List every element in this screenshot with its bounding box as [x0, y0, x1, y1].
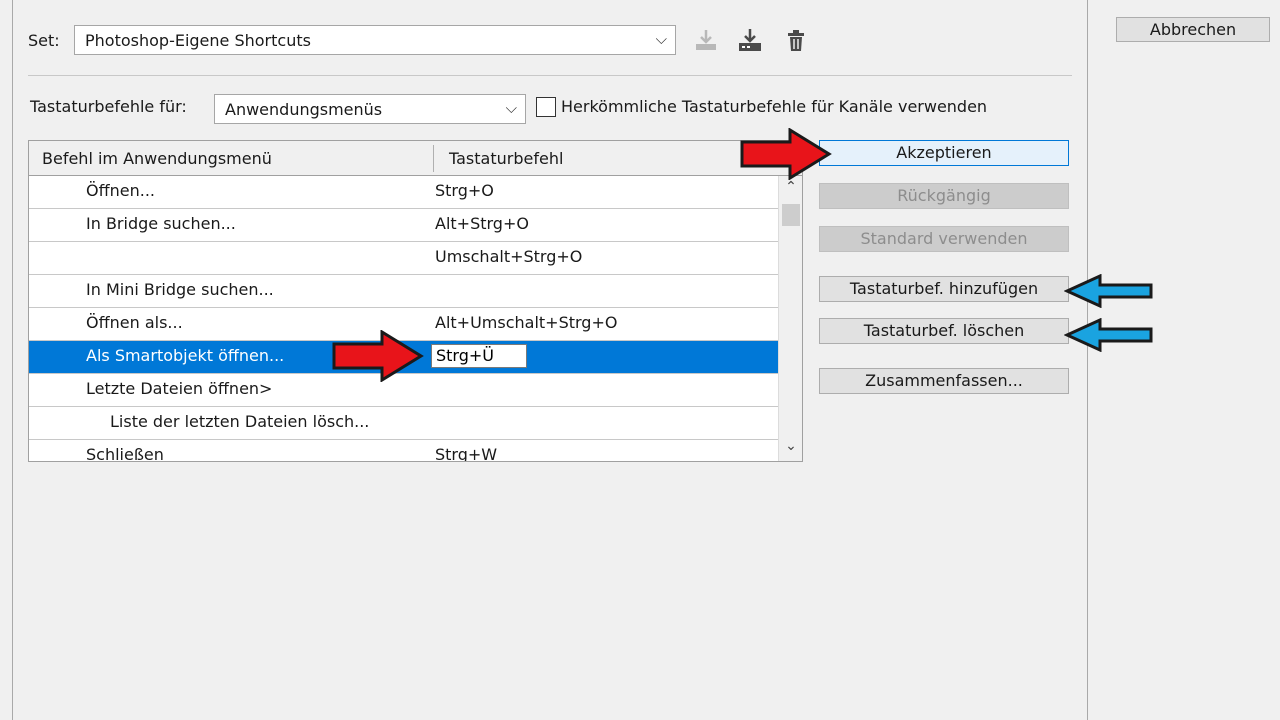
table-row[interactable]: Umschalt+Strg+O	[29, 242, 778, 275]
legacy-channel-shortcuts-checkbox[interactable]	[536, 97, 556, 117]
column-header-command[interactable]: Befehl im Anwendungsmenü	[42, 149, 272, 168]
chevron-down-icon: ⌵	[505, 99, 517, 118]
shortcuts-for-dropdown[interactable]: Anwendungsmenüs ⌵	[214, 94, 526, 124]
cancel-button[interactable]: Abbrechen	[1116, 17, 1270, 42]
trash-icon[interactable]	[782, 27, 810, 55]
command-cell: Letzte Dateien öffnen>	[86, 379, 273, 398]
shortcut-cell[interactable]: Umschalt+Strg+O	[435, 247, 582, 266]
column-header-shortcut[interactable]: Tastaturbefehl	[449, 149, 563, 168]
table-row[interactable]: Liste der letzten Dateien lösch...	[29, 407, 778, 440]
delete-shortcut-button[interactable]: Tastaturbef. löschen	[819, 318, 1069, 344]
shortcut-edit-field[interactable]: Strg+Ü	[431, 344, 527, 368]
red-arrow-icon	[332, 330, 424, 382]
chevron-up-icon[interactable]: ⌃	[779, 179, 802, 195]
blue-arrow-icon	[1064, 318, 1153, 352]
command-cell: Schließen	[86, 445, 164, 462]
shortcut-cell[interactable]: Strg+W	[435, 445, 497, 461]
set-label: Set:	[28, 31, 60, 50]
column-separator[interactable]	[433, 145, 434, 172]
blue-arrow-icon	[1064, 274, 1153, 308]
table-row[interactable]: Öffnen... Strg+O	[29, 176, 778, 209]
command-cell: Als Smartobjekt öffnen...	[86, 346, 285, 365]
table-row[interactable]: In Bridge suchen... Alt+Strg+O	[29, 209, 778, 242]
command-cell: In Mini Bridge suchen...	[86, 280, 274, 299]
command-cell: In Bridge suchen...	[86, 214, 236, 233]
shortcut-cell[interactable]: Strg+O	[435, 181, 494, 200]
save-set-as-icon[interactable]	[736, 26, 764, 54]
table-row[interactable]: Schließen Strg+W	[29, 440, 778, 462]
undo-button[interactable]: Rückgängig	[819, 183, 1069, 209]
add-shortcut-button[interactable]: Tastaturbef. hinzufügen	[819, 276, 1069, 302]
chevron-down-icon[interactable]: ⌄	[779, 438, 802, 454]
shortcuts-for-value: Anwendungsmenüs	[225, 99, 383, 119]
shortcut-cell[interactable]: Alt+Umschalt+Strg+O	[435, 313, 617, 332]
divider	[28, 75, 1072, 76]
shortcuts-for-label: Tastaturbefehle für:	[30, 97, 187, 116]
chevron-down-icon: ⌵	[655, 30, 667, 49]
vertical-scrollbar[interactable]: ⌃ ⌄	[778, 176, 802, 461]
summarize-button[interactable]: Zusammenfassen...	[819, 368, 1069, 394]
table-header: Befehl im Anwendungsmenü Tastaturbefehl	[29, 141, 802, 176]
save-set-icon[interactable]	[692, 26, 720, 54]
command-cell: Öffnen als...	[86, 313, 183, 332]
scrollbar-thumb[interactable]	[782, 204, 800, 226]
shortcut-cell[interactable]: Alt+Strg+O	[435, 214, 529, 233]
legacy-channel-shortcuts-label: Herkömmliche Tastaturbefehle für Kanäle …	[561, 97, 988, 116]
command-cell: Liste der letzten Dateien lösch...	[110, 412, 370, 431]
red-arrow-icon	[740, 128, 832, 180]
command-cell: Öffnen...	[86, 181, 155, 200]
use-default-button[interactable]: Standard verwenden	[819, 226, 1069, 252]
set-dropdown[interactable]: Photoshop-Eigene Shortcuts ⌵	[74, 25, 676, 55]
shortcuts-table: Befehl im Anwendungsmenü Tastaturbefehl …	[28, 140, 803, 462]
set-value: Photoshop-Eigene Shortcuts	[85, 30, 311, 50]
table-row[interactable]: In Mini Bridge suchen...	[29, 275, 778, 308]
accept-button[interactable]: Akzeptieren	[819, 140, 1069, 166]
